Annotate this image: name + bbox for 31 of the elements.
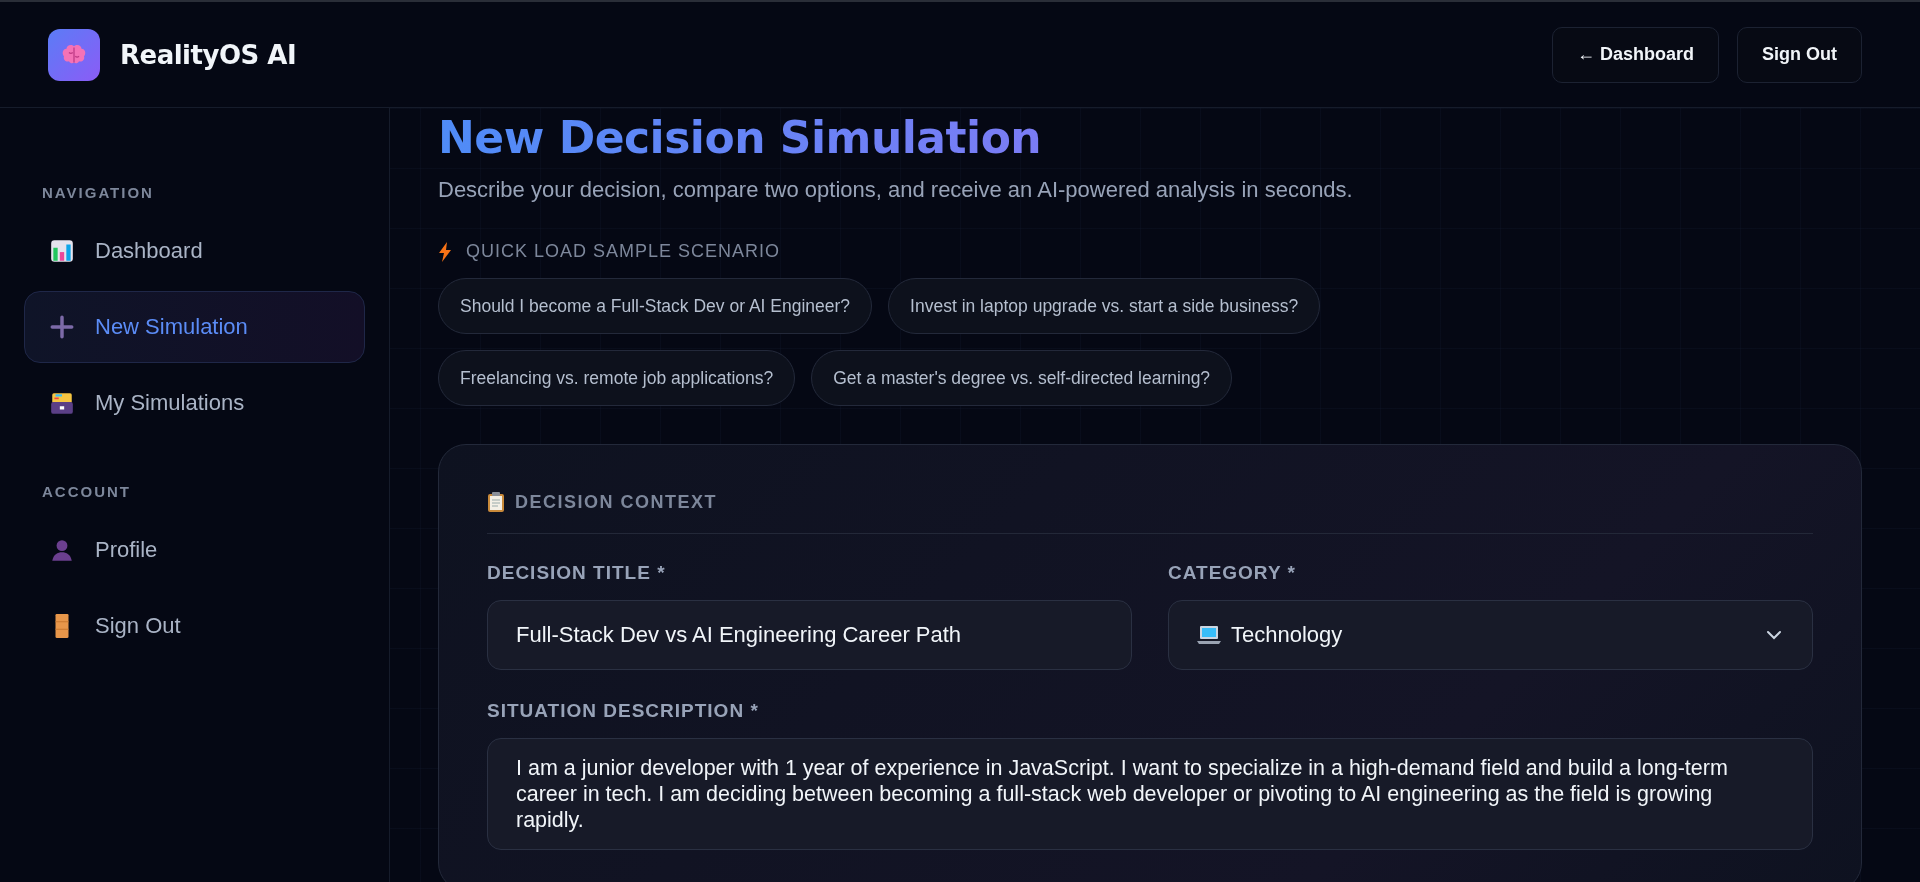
plus-icon [49, 314, 75, 340]
sidebar-item[interactable]: Profile [24, 514, 365, 586]
scenario-chip[interactable]: Invest in laptop upgrade vs. start a side business? [888, 278, 1321, 334]
field-label: CATEGORY * [1168, 562, 1297, 584]
app-name: RealityOS AI [120, 39, 297, 70]
back-button[interactable]: ← Dashboard [1551, 26, 1719, 83]
scenario-chip[interactable]: Freelancing vs. remote job applications? [438, 350, 796, 406]
file-box-icon [49, 390, 75, 416]
scenario-chip[interactable]: Get a master's degree vs. self-directed learning? [811, 350, 1233, 406]
bar-chart-icon [49, 238, 75, 264]
sidebar-item[interactable]: Sign Out [24, 590, 365, 662]
section-title: DECISION CONTEXT [515, 491, 717, 513]
section-heading: ACCOUNT [41, 483, 132, 500]
brain-logo-icon [48, 28, 100, 81]
person-icon [49, 537, 75, 563]
sign-out-button[interactable]: Sign Out [1737, 26, 1862, 83]
decision-title-field[interactable]: Full-Stack Dev vs AI Engineering Career Path [487, 600, 1132, 670]
sidebar-item[interactable]: New Simulation [24, 291, 365, 363]
sidebar-item[interactable]: Dashboard [24, 215, 365, 287]
field-label: DECISION TITLE * [487, 562, 667, 584]
lightning-icon [438, 241, 452, 262]
laptop-icon [1197, 625, 1221, 645]
scenario-chip[interactable]: Should I become a Full-Stack Dev or AI Engineer? [438, 278, 873, 334]
sidebar-item[interactable]: My Simulations [24, 367, 365, 439]
quick-load-heading: QUICK LOAD SAMPLE SCENARIO [466, 241, 781, 262]
page-subtitle: Describe your decision, compare two options, and receive an AI-powered analysis in seconds. [438, 177, 1354, 203]
section-heading: NAVIGATION [41, 184, 155, 201]
field-label: SITUATION DESCRIPTION * [487, 700, 760, 722]
clipboard-icon [487, 491, 505, 513]
category-dropdown[interactable]: Technology [1168, 600, 1813, 670]
situation-description-field[interactable]: I am a junior developer with 1 year of experience in JavaScript. I want to specialize in a high-demand field and build a long-term career in tech. I am deciding between becoming a full-stack web developer or pivoting to AI engineering as the field is growing rapidly. [487, 738, 1813, 850]
